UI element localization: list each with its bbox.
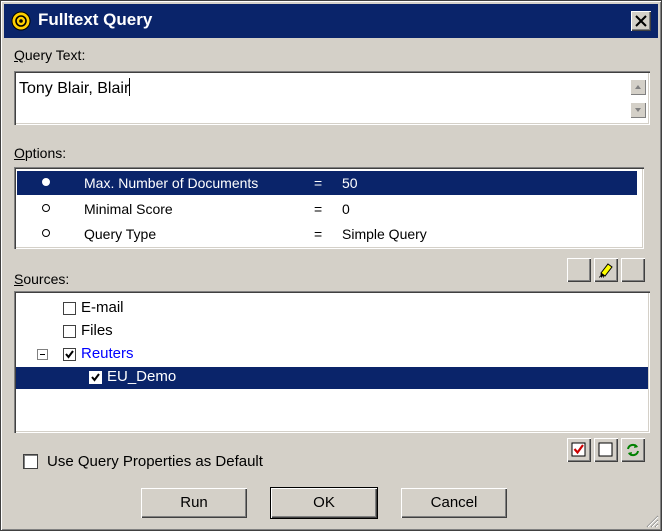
option-row-query-type[interactable]: Query Type = Simple Query xyxy=(17,222,637,246)
source-item-eu-demo[interactable]: EU_Demo xyxy=(16,367,648,389)
scroll-down-button[interactable] xyxy=(630,102,646,118)
empty-box-icon xyxy=(598,442,613,457)
option-row-minimal-score[interactable]: Minimal Score = 0 xyxy=(17,197,637,221)
source-label: Reuters xyxy=(81,345,134,362)
close-icon xyxy=(635,15,647,27)
source-item-email[interactable]: E-mail xyxy=(16,298,636,320)
source-checkbox[interactable] xyxy=(63,325,76,338)
use-as-default-checkbox[interactable] xyxy=(23,454,38,469)
checked-box-icon xyxy=(571,442,586,457)
query-text-value: Tony Blair, Blair xyxy=(19,80,130,97)
pencil-icon xyxy=(599,263,613,278)
check-icon xyxy=(65,350,74,359)
title-bar[interactable]: Fulltext Query xyxy=(4,4,658,38)
options-list[interactable]: Max. Number of Documents = 50 Minimal Sc… xyxy=(14,167,644,249)
option-radio xyxy=(42,204,50,212)
edit-option-button[interactable] xyxy=(594,258,618,282)
arrow-up-icon xyxy=(635,85,641,89)
options-label: Options: xyxy=(14,145,67,161)
ok-button[interactable]: OK xyxy=(270,487,378,519)
source-checkbox[interactable] xyxy=(63,348,76,361)
run-button[interactable]: Run xyxy=(141,488,247,518)
option-blank-button[interactable] xyxy=(567,258,591,282)
option-name: Max. Number of Documents xyxy=(84,175,259,191)
app-icon xyxy=(11,11,31,31)
source-item-reuters[interactable]: Reuters xyxy=(16,344,636,366)
option-equals: = xyxy=(314,226,323,242)
query-text-label: Query Text: xyxy=(14,47,86,63)
resize-grip-icon[interactable] xyxy=(645,514,659,528)
collapse-toggle[interactable] xyxy=(37,349,48,360)
option-value: 50 xyxy=(342,175,358,191)
option-extra-button[interactable] xyxy=(621,258,645,282)
option-name: Query Type xyxy=(84,226,157,242)
source-item-files[interactable]: Files xyxy=(16,321,636,343)
fulltext-query-dialog: Fulltext Query Query Text: Tony Blair, B… xyxy=(0,0,662,531)
option-value: 0 xyxy=(342,201,350,217)
source-label: Files xyxy=(81,322,113,339)
option-row-max-documents[interactable]: Max. Number of Documents = 50 xyxy=(17,171,637,195)
source-label: EU_Demo xyxy=(107,368,177,385)
window-title: Fulltext Query xyxy=(38,10,153,29)
arrow-down-icon xyxy=(635,108,641,112)
sources-label: Sources: xyxy=(14,271,70,287)
option-name: Minimal Score xyxy=(84,201,173,217)
check-all-button[interactable] xyxy=(567,438,591,462)
check-icon xyxy=(91,373,100,382)
refresh-icon xyxy=(627,443,639,457)
option-equals: = xyxy=(314,201,323,217)
source-label: E-mail xyxy=(81,299,124,316)
query-text-field[interactable]: Tony Blair, Blair xyxy=(14,71,650,125)
option-value: Simple Query xyxy=(342,226,427,242)
text-caret xyxy=(129,78,131,96)
minus-icon xyxy=(40,354,45,355)
source-checkbox[interactable] xyxy=(89,371,102,384)
use-as-default-label: Use Query Properties as Default xyxy=(47,453,263,470)
option-radio xyxy=(42,178,50,186)
refresh-button[interactable] xyxy=(621,438,645,462)
option-radio xyxy=(42,229,50,237)
sources-tree[interactable]: E-mail Files Reuters EU_Demo xyxy=(14,291,650,433)
scroll-up-button[interactable] xyxy=(630,79,646,95)
close-button[interactable] xyxy=(631,11,651,31)
cancel-button[interactable]: Cancel xyxy=(401,488,507,518)
option-equals: = xyxy=(314,175,323,191)
uncheck-all-button[interactable] xyxy=(594,438,618,462)
source-checkbox[interactable] xyxy=(63,302,76,315)
